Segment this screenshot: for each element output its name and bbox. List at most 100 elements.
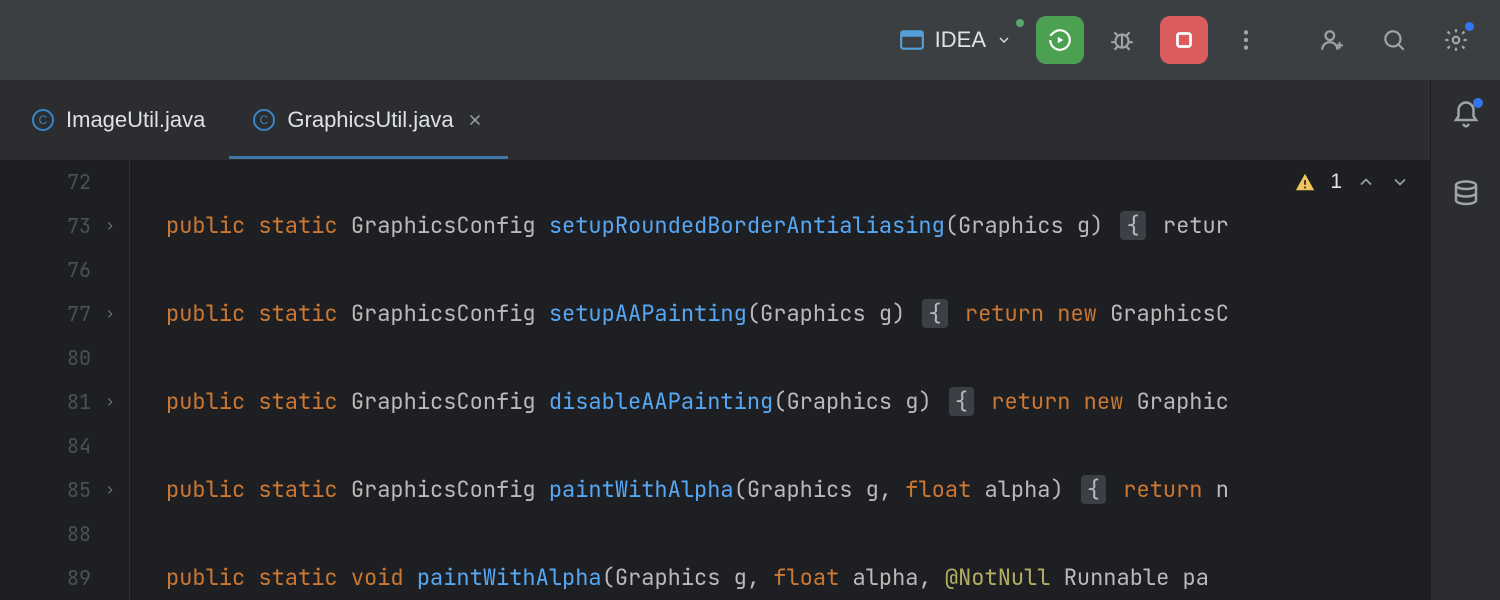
stop-icon <box>1171 27 1197 53</box>
token-float-kw: float <box>905 475 984 504</box>
tab-graphicsutil[interactable]: C GraphicsUtil.java <box>229 80 507 159</box>
code-line[interactable]: 81 public static GraphicsConfig disableAA… <box>0 380 1430 424</box>
token-method: setupRoundedBorderAntialiasing <box>549 211 945 240</box>
token-type: GraphicsConfig <box>351 475 549 504</box>
line-number: 88 <box>51 512 91 556</box>
search-everywhere-button[interactable] <box>1370 16 1418 64</box>
code-area[interactable]: 7273public static GraphicsConfig setupRo… <box>0 160 1430 600</box>
code-line[interactable]: 88 <box>0 512 1430 556</box>
token-kw: void <box>351 563 417 592</box>
gutter[interactable]: 85 <box>0 468 130 512</box>
fold-toggle[interactable] <box>101 217 119 235</box>
token-kw: static <box>258 475 350 504</box>
token-paren: ) <box>918 387 944 416</box>
token-paren: , <box>879 475 905 504</box>
gutter[interactable]: 72 <box>0 160 130 204</box>
code-line[interactable]: 89 public static void paintWithAlpha(Grap… <box>0 556 1430 600</box>
search-icon <box>1381 27 1407 53</box>
token-type: GraphicsConfig <box>351 211 549 240</box>
code-line[interactable]: 80 <box>0 336 1430 380</box>
code-line[interactable]: 76 <box>0 248 1430 292</box>
fold-toggle <box>101 437 119 455</box>
line-number: 84 <box>51 424 91 468</box>
gutter[interactable]: 77 <box>0 292 130 336</box>
token-paren: , <box>747 563 773 592</box>
token-paren: ( <box>734 475 747 504</box>
token-kw: static <box>258 211 350 240</box>
token-paren: ( <box>602 563 615 592</box>
code-content[interactable]: public static GraphicsConfig paintWithAl… <box>130 468 1430 512</box>
code-content[interactable]: public static void paintWithAlpha(Graphi… <box>130 556 1430 600</box>
fold-toggle[interactable] <box>101 393 119 411</box>
token-param-name: g <box>734 563 747 592</box>
code-with-me-button[interactable] <box>1308 16 1356 64</box>
chevron-down-icon[interactable] <box>1390 172 1410 192</box>
token-after-fold <box>952 299 965 328</box>
code-line[interactable]: 73public static GraphicsConfig setupRoun… <box>0 204 1430 248</box>
token-kw: new <box>1084 387 1137 416</box>
fold-toggle <box>101 349 119 367</box>
chevron-down-icon <box>996 32 1012 48</box>
code-line[interactable]: 85public static GraphicsConfig paintWith… <box>0 468 1430 512</box>
debug-button[interactable] <box>1098 16 1146 64</box>
tab-imageutil[interactable]: C ImageUtil.java <box>8 80 229 159</box>
bug-icon <box>1109 27 1135 53</box>
close-tab-icon[interactable] <box>466 111 484 129</box>
token-param-name: g <box>1077 211 1090 240</box>
token-type: Graphics <box>615 563 734 592</box>
chevron-right-icon <box>103 483 117 497</box>
database-tool-button[interactable] <box>1451 179 1481 214</box>
token-kw: public <box>166 387 258 416</box>
fold-toggle <box>101 173 119 191</box>
inspections-widget[interactable]: 1 <box>1294 170 1410 194</box>
gutter[interactable]: 88 <box>0 512 130 556</box>
settings-button[interactable] <box>1432 16 1480 64</box>
code-content[interactable]: public static GraphicsConfig disableAAPa… <box>130 380 1430 424</box>
code-line[interactable]: 72 <box>0 160 1430 204</box>
token-type: Graphics <box>747 475 866 504</box>
code-line[interactable]: 84 <box>0 424 1430 468</box>
settings-dot <box>1465 22 1474 31</box>
fold-toggle[interactable] <box>101 305 119 323</box>
gutter[interactable]: 84 <box>0 424 130 468</box>
gutter[interactable]: 80 <box>0 336 130 380</box>
token-paren: ( <box>747 299 760 328</box>
token-kw: new <box>1057 299 1110 328</box>
java-class-icon: C <box>253 109 275 131</box>
right-tool-strip <box>1430 80 1500 600</box>
gutter[interactable]: 89 <box>0 556 130 600</box>
run-button[interactable] <box>1036 16 1084 64</box>
token-kw: public <box>166 475 258 504</box>
gutter[interactable]: 76 <box>0 248 130 292</box>
more-actions-button[interactable] <box>1222 16 1270 64</box>
run-config-selector[interactable]: IDEA <box>889 21 1022 59</box>
notifications-button[interactable] <box>1451 100 1481 135</box>
token-fold-brace: { <box>949 387 974 416</box>
token-kw: return <box>1123 475 1215 504</box>
code-content[interactable]: public static GraphicsConfig setupAAPain… <box>130 292 1430 336</box>
fold-toggle <box>101 525 119 543</box>
stop-button[interactable] <box>1160 16 1208 64</box>
editor[interactable]: 1 7273public static GraphicsConfig setup… <box>0 160 1430 600</box>
code-content[interactable]: public static GraphicsConfig setupRounde… <box>130 204 1430 248</box>
line-number: 81 <box>51 380 91 424</box>
token-after-fold: retur <box>1150 211 1229 240</box>
chevron-up-icon[interactable] <box>1356 172 1376 192</box>
gutter[interactable]: 73 <box>0 204 130 248</box>
token-fold-brace: { <box>1120 211 1145 240</box>
line-number: 89 <box>51 556 91 600</box>
token-fold-brace: { <box>922 299 947 328</box>
fold-toggle <box>101 569 119 587</box>
rerun-icon <box>1047 27 1073 53</box>
token-param-name: pa <box>1183 563 1209 592</box>
fold-toggle[interactable] <box>101 481 119 499</box>
gutter[interactable]: 81 <box>0 380 130 424</box>
token-paren: ) <box>1050 475 1076 504</box>
token-kw: public <box>166 299 258 328</box>
token-float-kw: float <box>773 563 852 592</box>
token-param-name: g <box>879 299 892 328</box>
more-vertical-icon <box>1233 27 1259 53</box>
token-after-fold <box>1110 475 1123 504</box>
code-line[interactable]: 77public static GraphicsConfig setupAAPa… <box>0 292 1430 336</box>
chevron-right-icon <box>103 395 117 409</box>
